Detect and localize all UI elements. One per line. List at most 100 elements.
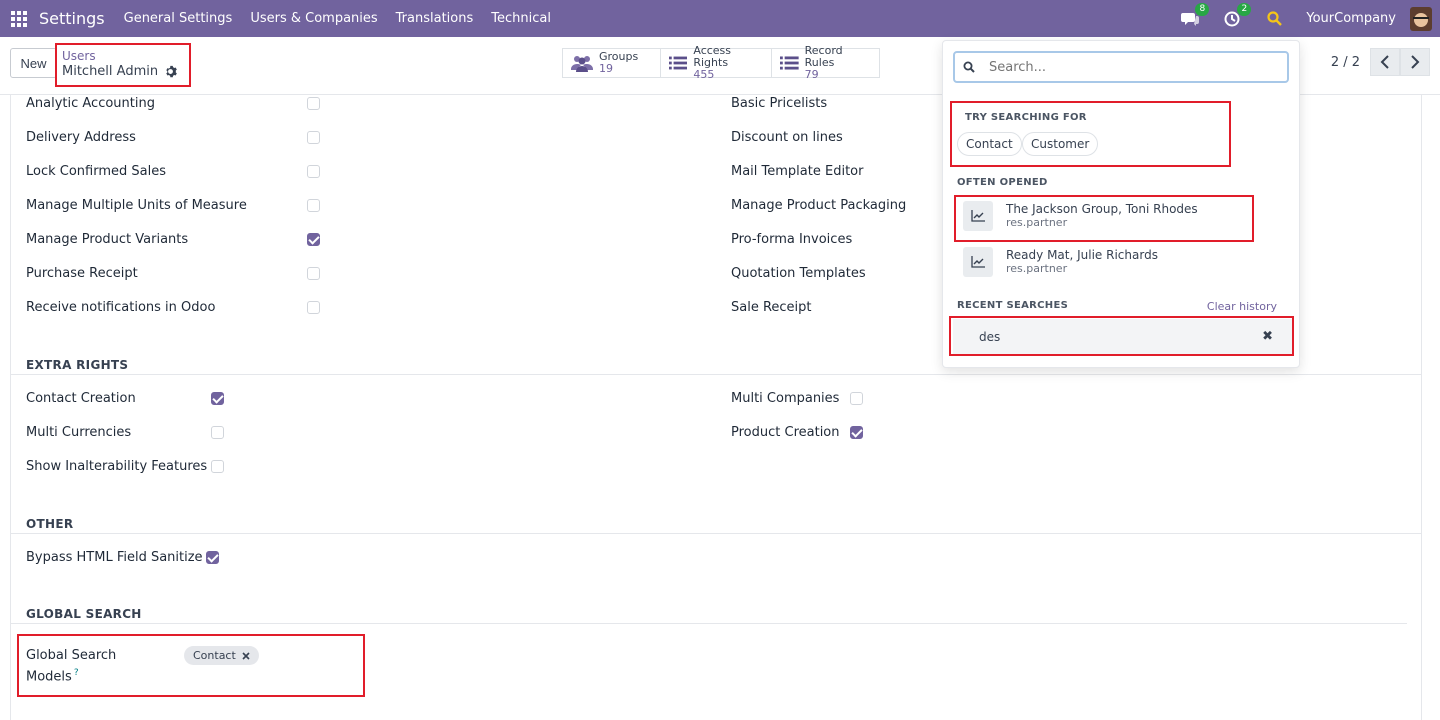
- groups-button[interactable]: Groups 19: [562, 48, 661, 78]
- user-avatar[interactable]: [1410, 6, 1432, 31]
- often-opened-model: res.partner: [1006, 216, 1068, 229]
- activities-icon[interactable]: 2: [1222, 2, 1252, 29]
- breadcrumb-users[interactable]: Users: [62, 49, 177, 63]
- users-icon: [571, 56, 593, 72]
- checkbox-lock-confirmed-sales[interactable]: [307, 165, 320, 178]
- try-searching-heading: TRY SEARCHING FOR: [965, 112, 1087, 123]
- field-label-global-search-line2: Models?: [26, 668, 79, 684]
- field-label-proforma-invoices: Pro-forma Invoices: [731, 232, 853, 247]
- field-label-mail-template-editor: Mail Template Editor: [731, 164, 864, 179]
- checkbox-inalterability[interactable]: [211, 460, 224, 473]
- search-input[interactable]: [989, 59, 1269, 75]
- global-search-model-tag: Contact: [184, 646, 259, 665]
- global-search-dropdown: TRY SEARCHING FOR Contact Customer OFTEN…: [942, 40, 1300, 368]
- chevron-left-icon: [1380, 55, 1389, 69]
- section-divider: [11, 623, 1407, 624]
- pager-next-button[interactable]: [1400, 48, 1430, 76]
- field-label-product-creation: Product Creation: [731, 425, 840, 440]
- field-label-quotation-templates: Quotation Templates: [731, 266, 866, 281]
- section-title-global-search: GLOBAL SEARCH: [26, 607, 142, 621]
- field-label-inalterability: Show Inalterability Features: [26, 459, 208, 474]
- messages-badge: 8: [1195, 2, 1210, 16]
- menu-general-settings[interactable]: General Settings: [124, 11, 233, 26]
- groups-count: 19: [599, 62, 613, 75]
- search-icon[interactable]: [1264, 9, 1284, 29]
- smart-buttons: Groups 19 Access Rights 455 Record Rules 79: [562, 44, 880, 81]
- checkbox-bypass-html[interactable]: [206, 551, 219, 564]
- field-label-global-search-line1: Global Search: [26, 648, 117, 663]
- field-label-contact-creation: Contact Creation: [26, 391, 136, 406]
- often-opened-item[interactable]: The Jackson Group, Toni Rhodes res.partn…: [963, 201, 1198, 231]
- recent-searches-heading: RECENT SEARCHES: [957, 300, 1069, 311]
- record-rules-label: Record Rules: [804, 44, 843, 69]
- field-label-basic-pricelists: Basic Pricelists: [731, 96, 828, 111]
- section-divider: [11, 374, 1421, 375]
- remove-recent-icon[interactable]: ✖: [1262, 329, 1273, 344]
- checkbox-multiple-uom[interactable]: [307, 199, 320, 212]
- suggestion-customer[interactable]: Customer: [1022, 132, 1099, 156]
- access-rights-button[interactable]: Access Rights 455: [660, 44, 772, 81]
- field-label-bypass-html: Bypass HTML Field Sanitize: [26, 550, 203, 565]
- field-label-product-packaging: Manage Product Packaging: [731, 198, 907, 213]
- field-label-analytic-accounting: Analytic Accounting: [26, 96, 155, 111]
- clear-history-link[interactable]: Clear history: [1207, 300, 1277, 313]
- menu-technical[interactable]: Technical: [491, 11, 551, 26]
- pager-value[interactable]: 2 / 2: [1331, 55, 1360, 70]
- menu-translations[interactable]: Translations: [396, 11, 474, 26]
- often-opened-title: The Jackson Group, Toni Rhodes: [1006, 202, 1198, 216]
- top-navbar: Settings General Settings Users & Compan…: [0, 0, 1440, 37]
- field-label-notifications-odoo: Receive notifications in Odoo: [26, 300, 216, 315]
- checkbox-analytic-accounting[interactable]: [307, 97, 320, 110]
- access-rights-count: 455: [693, 68, 715, 81]
- chart-line-icon: [963, 201, 993, 231]
- record-name: Mitchell Admin: [62, 64, 159, 79]
- chart-line-icon: [963, 247, 993, 277]
- checkbox-product-variants[interactable]: [307, 233, 320, 246]
- list-icon: [669, 56, 688, 70]
- field-label-lock-confirmed-sales: Lock Confirmed Sales: [26, 164, 166, 179]
- search-box: [953, 51, 1289, 83]
- field-label-product-variants: Manage Product Variants: [26, 232, 189, 247]
- field-label-sale-receipt: Sale Receipt: [731, 300, 812, 315]
- record-rules-count: 79: [804, 68, 819, 81]
- help-tooltip-icon[interactable]: ?: [74, 668, 79, 678]
- access-rights-label: Access Rights: [693, 44, 732, 69]
- field-label-purchase-receipt: Purchase Receipt: [26, 266, 138, 281]
- list-icon: [780, 56, 799, 70]
- field-label-discount-on-lines: Discount on lines: [731, 130, 843, 145]
- often-opened-title: Ready Mat, Julie Richards: [1006, 248, 1158, 262]
- field-label-delivery-address: Delivery Address: [26, 130, 136, 145]
- pager: 2 / 2: [1331, 48, 1430, 76]
- new-button[interactable]: New: [10, 48, 57, 78]
- field-label-multi-companies: Multi Companies: [731, 391, 840, 406]
- section-divider: [11, 533, 1421, 534]
- checkbox-product-creation[interactable]: [850, 426, 863, 439]
- tag-label: Contact: [193, 649, 236, 662]
- breadcrumb-current: Mitchell Admin: [62, 64, 177, 79]
- messages-icon[interactable]: 8: [1180, 2, 1210, 29]
- suggestion-contact[interactable]: Contact: [957, 132, 1022, 156]
- menu-users-companies[interactable]: Users & Companies: [250, 11, 377, 26]
- app-name[interactable]: Settings: [39, 9, 105, 28]
- activities-badge: 2: [1237, 2, 1252, 16]
- recent-search-item[interactable]: des ✖: [953, 319, 1293, 355]
- apps-menu-icon[interactable]: [0, 0, 38, 37]
- company-switcher[interactable]: YourCompany: [1306, 11, 1396, 26]
- chevron-right-icon: [1411, 55, 1420, 69]
- field-label-multiple-uom: Manage Multiple Units of Measure: [26, 198, 247, 213]
- section-title-extra-rights: EXTRA RIGHTS: [26, 358, 129, 372]
- checkbox-delivery-address[interactable]: [307, 131, 320, 144]
- gear-icon[interactable]: [164, 65, 177, 78]
- often-opened-item[interactable]: Ready Mat, Julie Richards res.partner: [963, 247, 1158, 277]
- checkbox-multi-companies[interactable]: [850, 392, 863, 405]
- pager-previous-button[interactable]: [1370, 48, 1400, 76]
- close-icon[interactable]: [242, 651, 250, 660]
- field-label-multi-currencies: Multi Currencies: [26, 425, 132, 440]
- often-opened-heading: OFTEN OPENED: [957, 177, 1048, 188]
- checkbox-purchase-receipt[interactable]: [307, 267, 320, 280]
- checkbox-contact-creation[interactable]: [211, 392, 224, 405]
- checkbox-notifications-odoo[interactable]: [307, 301, 320, 314]
- record-rules-button[interactable]: Record Rules 79: [771, 44, 880, 81]
- checkbox-multi-currencies[interactable]: [211, 426, 224, 439]
- search-icon: [963, 61, 975, 73]
